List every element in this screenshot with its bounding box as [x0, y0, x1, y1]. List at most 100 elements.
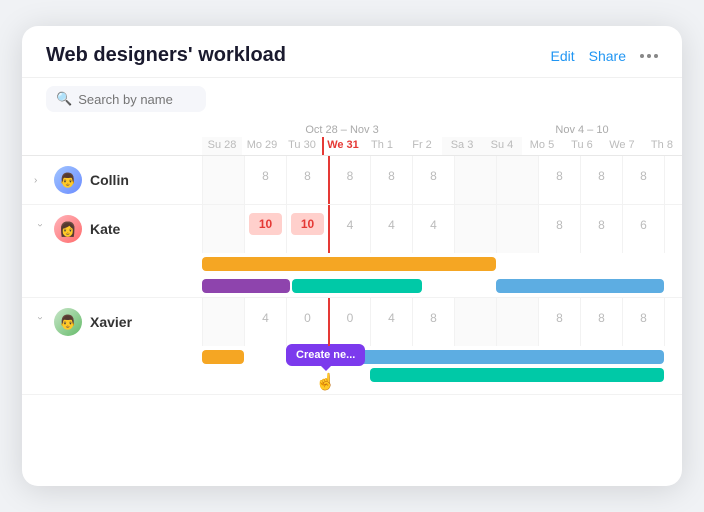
kate-bar-yellow	[202, 257, 496, 271]
cell-xavier-tu6: 8	[580, 298, 622, 346]
avatar-face-collin: 👨	[54, 166, 82, 194]
week-labels: Oct 28 – Nov 3 Nov 4 – 10	[202, 120, 682, 137]
search-icon: 🔍	[56, 91, 72, 107]
day-header-th1: Th 1	[362, 137, 402, 155]
day-header-tu6: Tu 6	[562, 137, 602, 155]
cell-collin-fr2: 8	[412, 156, 454, 204]
chevron-collin[interactable]: ›	[34, 175, 46, 186]
day-header-mo29: Mo 29	[242, 137, 282, 155]
grid: Oct 28 – Nov 3 Nov 4 – 10 Su 28 Mo 29 Tu…	[22, 120, 682, 486]
dot2	[647, 54, 651, 58]
xavier-bar-yellow	[202, 350, 244, 364]
cursor-hand-icon: ☝	[286, 372, 365, 392]
name-kate: Kate	[90, 221, 120, 237]
row-kate: › 👩 Kate 10 10	[22, 205, 682, 298]
cell-xavier-we7: 8	[622, 298, 664, 346]
cell-collin-mo29: 8	[244, 156, 286, 204]
cell-kate-su28	[202, 205, 244, 253]
avatar-collin: 👨	[54, 166, 82, 194]
grid-header: Oct 28 – Nov 3 Nov 4 – 10 Su 28 Mo 29 Tu…	[22, 120, 682, 156]
cell-xavier-fr2: 8	[412, 298, 454, 346]
header-actions: Edit Share	[551, 48, 658, 64]
cell-xavier-mo5: 8	[538, 298, 580, 346]
cell-collin-tu30: 8	[286, 156, 328, 204]
days-xavier: 4 0 0 4 8 8 8 8 8	[202, 298, 682, 346]
cell-collin-sa3	[454, 156, 496, 204]
share-button[interactable]: Share	[589, 48, 626, 64]
cell-collin-mo5: 8	[538, 156, 580, 204]
cell-collin-we31: 8	[328, 156, 370, 204]
search-box[interactable]: 🔍	[46, 86, 206, 112]
xavier-bar-teal	[370, 368, 664, 382]
day-header-tu30: Tu 30	[282, 137, 322, 155]
cell-collin-th1: 8	[370, 156, 412, 204]
name-collin: Collin	[90, 172, 129, 188]
chevron-xavier[interactable]: ›	[35, 316, 46, 328]
create-tooltip-container: Create ne... ☝	[286, 344, 365, 392]
cell-collin-su4	[496, 156, 538, 204]
kate-bar-row2	[202, 275, 682, 297]
cell-kate-we31: 4	[328, 205, 370, 253]
tooltip-arrow	[321, 366, 331, 371]
more-options-button[interactable]	[640, 54, 658, 58]
avatar-kate: 👩	[54, 215, 82, 243]
day-header-we7: We 7	[602, 137, 642, 155]
day-header-mo5: Mo 5	[522, 137, 562, 155]
days-kate: 10 10 4 4 4 8 8 6 6	[202, 205, 682, 253]
cell-kate-su4	[496, 205, 538, 253]
xavier-main-row: › 👨 Xavier 4 0 0 4 8	[22, 298, 682, 346]
cell-kate-th8: 6	[664, 205, 682, 253]
name-cell-xavier: › 👨 Xavier	[22, 298, 202, 346]
dot3	[654, 54, 658, 58]
week-label-2: Nov 4 – 10	[482, 120, 682, 137]
cell-kate-tu6: 8	[580, 205, 622, 253]
cell-xavier-sa3	[454, 298, 496, 346]
cell-xavier-th1: 4	[370, 298, 412, 346]
cell-collin-we7: 8	[622, 156, 664, 204]
cell-kate-mo5: 8	[538, 205, 580, 253]
name-cell-collin: › 👨 Collin	[22, 156, 202, 204]
today-line-kate	[328, 205, 330, 253]
kate-bar-purple	[202, 279, 290, 293]
today-line-collin	[328, 156, 330, 204]
dates-header: Oct 28 – Nov 3 Nov 4 – 10 Su 28 Mo 29 Tu…	[202, 120, 682, 155]
row-collin: › 👨 Collin 8 8 8 8 8 8	[22, 156, 682, 205]
name-col-header	[22, 120, 202, 155]
week-label-1: Oct 28 – Nov 3	[202, 120, 482, 137]
create-new-button[interactable]: Create ne...	[286, 344, 365, 366]
chevron-kate[interactable]: ›	[35, 223, 46, 235]
avatar-face-kate: 👩	[54, 215, 82, 243]
avatar-xavier: 👨	[54, 308, 82, 336]
cell-collin-su28	[202, 156, 244, 204]
toolbar: 🔍	[22, 78, 682, 120]
kate-main-row: › 👩 Kate 10 10	[22, 205, 682, 253]
cell-kate-th1: 4	[370, 205, 412, 253]
cell-kate-we7: 6	[622, 205, 664, 253]
cell-kate-fr2: 4	[412, 205, 454, 253]
row-xavier: › 👨 Xavier 4 0 0 4 8	[22, 298, 682, 395]
main-card: Web designers' workload Edit Share 🔍 Oct	[22, 26, 682, 486]
search-input[interactable]	[78, 92, 198, 107]
day-header-th8: Th 8	[642, 137, 682, 155]
name-cell-kate: › 👩 Kate	[22, 205, 202, 253]
cell-xavier-su28	[202, 298, 244, 346]
cell-collin-th8: 8	[664, 156, 682, 204]
days-collin: 8 8 8 8 8 8 8 8 8	[202, 156, 682, 204]
edit-button[interactable]: Edit	[551, 48, 575, 64]
day-header-we31: We 31	[322, 137, 362, 155]
cell-kate-mo29: 10	[244, 205, 286, 253]
day-header-su28: Su 28	[202, 137, 242, 155]
cell-xavier-th8: 8	[664, 298, 682, 346]
kate-bar-teal	[292, 279, 422, 293]
dot1	[640, 54, 644, 58]
cell-xavier-mo29: 4	[244, 298, 286, 346]
cell-xavier-su4	[496, 298, 538, 346]
grid-body: › 👨 Collin 8 8 8 8 8 8	[22, 156, 682, 486]
page-title: Web designers' workload	[46, 44, 551, 67]
cell-kate-tu30: 10	[286, 205, 328, 253]
cell-collin-tu6: 8	[580, 156, 622, 204]
today-line-xavier	[328, 298, 330, 346]
day-header-fr2: Fr 2	[402, 137, 442, 155]
cell-xavier-we31: 0	[328, 298, 370, 346]
cell-xavier-tu30: 0	[286, 298, 328, 346]
